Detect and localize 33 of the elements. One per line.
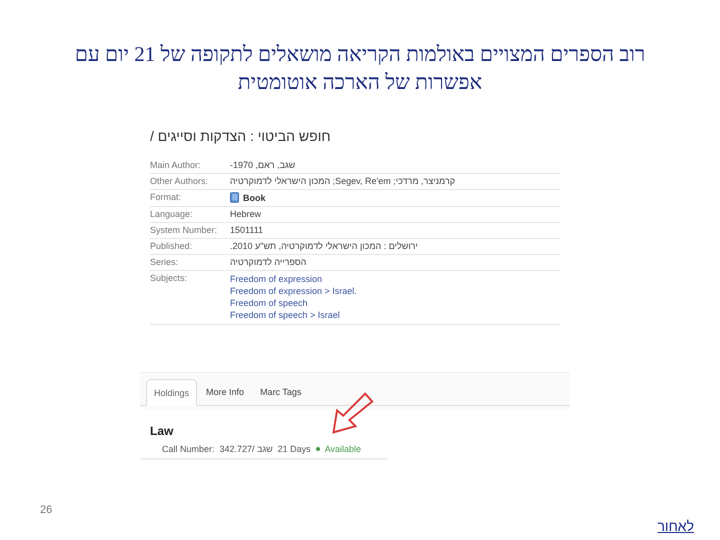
field-label: Published: [150, 241, 194, 251]
field-value: 1501111 [230, 225, 264, 235]
field-value: Hebrew [230, 209, 262, 219]
field-value: קרמניצר, מרדכי; Segev, Re'em; המכון הישראלי לדמוקרטיה [230, 176, 456, 186]
record-title: חופש הביטוי : הצדקות וסייגים / [150, 128, 332, 144]
tab[interactable]: Holdings [146, 379, 198, 406]
call-number: 342.727/ שגב [220, 444, 273, 454]
location-heading: Law [150, 424, 174, 438]
subject-link[interactable]: Freedom of speech [230, 297, 308, 309]
field-label: Format: [150, 192, 182, 203]
slide-title: רוב הספרים המצויים באולמות הקריאה מושאלים לתקופה של 21 יום עם אפשרות של הארכה אוטומטית [74, 41, 646, 96]
pointer-arrow [332, 392, 374, 434]
field-label: Language: [150, 209, 194, 219]
field-value: שגב, ראם, 1970- [230, 160, 296, 170]
call-number-label: Call Number: [162, 444, 215, 454]
subject-link[interactable]: Freedom of speech > Israel [230, 309, 340, 321]
field-value: ירושלים : המכון הישראלי לדמוקרטיה, תש"ע 2010. [230, 241, 418, 251]
page-number: 26 [40, 504, 52, 516]
format-value: Book [243, 192, 266, 202]
field-label: Subjects: [150, 273, 188, 285]
tab[interactable]: Marc Tags [253, 379, 308, 405]
subject-link[interactable]: Freedom of expression > Israel. [230, 285, 357, 297]
field-label: Other Authors: [150, 176, 210, 186]
availability-status: Available [324, 444, 362, 454]
subject-link[interactable]: Freedom of expression [230, 273, 322, 285]
field-label: System Number: [150, 225, 218, 235]
field-label: Series: [150, 257, 180, 267]
back-link[interactable]: לאחור [657, 518, 694, 534]
field-label: Main Author: [150, 160, 202, 170]
field-value: הספרייה לדמוקרטיה [230, 257, 306, 267]
loan-period: 21 Days [278, 444, 311, 454]
tab[interactable]: More Info [199, 379, 252, 405]
book-icon [230, 192, 239, 203]
